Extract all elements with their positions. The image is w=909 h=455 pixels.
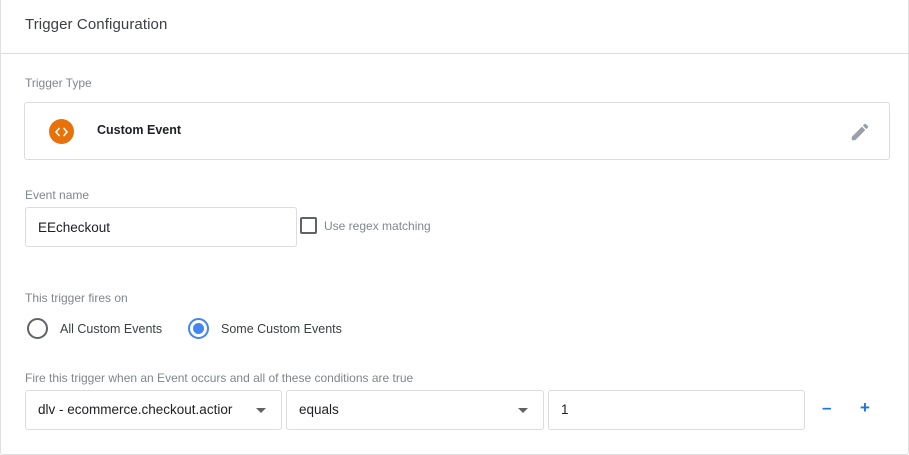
dropdown-caret-icon <box>518 408 528 413</box>
condition-operator-value: equals <box>299 402 339 417</box>
radio-all-custom-events[interactable]: All Custom Events <box>27 318 162 339</box>
radio-button[interactable] <box>27 318 48 339</box>
radio-label: Some Custom Events <box>221 321 342 336</box>
condition-value: 1 <box>561 402 569 417</box>
remove-condition-button[interactable]: – <box>822 398 831 418</box>
radio-label: All Custom Events <box>60 321 163 336</box>
event-name-label: Event name <box>25 188 90 202</box>
trigger-configuration-panel: Trigger Configuration Trigger Type Custo… <box>0 0 909 455</box>
trigger-type-card[interactable]: Custom Event <box>24 102 890 160</box>
condition-operator-select[interactable]: equals <box>286 390 544 430</box>
radio-button-selected[interactable] <box>188 318 209 339</box>
code-brackets-icon <box>49 119 74 144</box>
add-condition-button[interactable]: + <box>860 398 870 418</box>
radio-some-custom-events[interactable]: Some Custom Events <box>188 318 342 339</box>
checkbox-box[interactable] <box>300 217 317 234</box>
dropdown-caret-icon <box>256 408 266 413</box>
condition-variable-value: dlv - ecommerce.checkout.actior <box>38 402 233 417</box>
regex-checkbox[interactable]: Use regex matching <box>300 217 431 234</box>
panel-title: Trigger Configuration <box>25 16 168 33</box>
condition-variable-select[interactable]: dlv - ecommerce.checkout.actior <box>25 390 282 430</box>
conditions-label: Fire this trigger when an Event occurs a… <box>25 371 414 385</box>
pencil-icon[interactable] <box>849 121 871 143</box>
trigger-type-label: Trigger Type <box>25 76 92 90</box>
fires-on-label: This trigger fires on <box>25 291 128 305</box>
panel-header: Trigger Configuration <box>1 0 908 54</box>
condition-value-input[interactable]: 1 <box>548 390 805 430</box>
trigger-type-name: Custom Event <box>97 123 182 137</box>
regex-checkbox-label: Use regex matching <box>324 218 431 233</box>
event-name-input[interactable] <box>25 207 297 247</box>
